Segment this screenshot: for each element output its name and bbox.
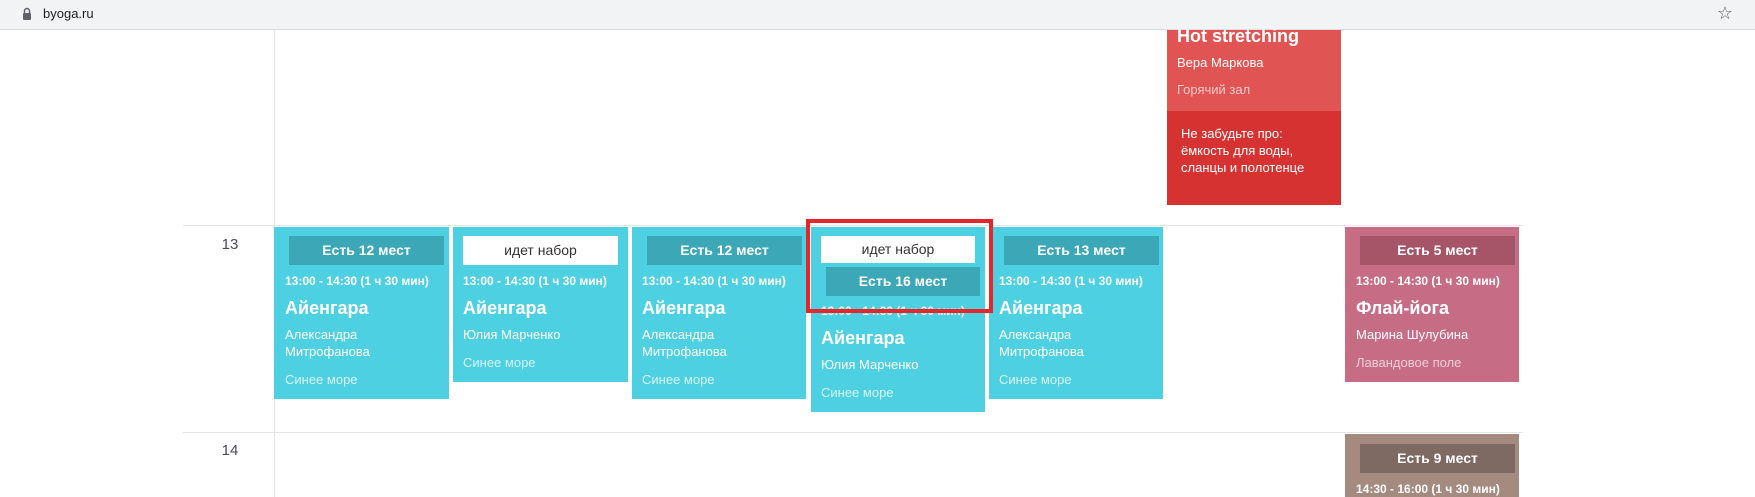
- class-card[interactable]: Есть 13 мест 13:00 - 14:30 (1 ч 30 мин) …: [989, 227, 1163, 399]
- teacher-name: Юлия Марченко: [821, 357, 919, 372]
- room-name: Синее море: [821, 385, 894, 400]
- class-card-hot-stretching[interactable]: Hot stretching Вера Маркова Горячий зал …: [1167, 26, 1341, 205]
- class-time: 13:00 - 14:30 (1 ч 30 мин): [1356, 274, 1500, 288]
- teacher-name: Александра Митрофанова: [285, 327, 370, 359]
- class-name: Hot stretching: [1177, 26, 1300, 46]
- class-time: 14:30 - 16:00 (1 ч 30 мин): [1356, 482, 1500, 496]
- room-name: Синее море: [285, 372, 358, 387]
- class-time: 13:00 - 14:30 (1 ч 30 мин): [285, 274, 429, 288]
- room-name: Лавандовое поле: [1356, 355, 1462, 370]
- class-name: Айенгара: [999, 298, 1083, 318]
- bookmark-star-icon[interactable]: ☆: [1717, 3, 1733, 24]
- teacher-name: Вера Маркова: [1177, 55, 1264, 70]
- spots-badge: Есть 9 мест: [1360, 444, 1515, 473]
- spots-badge: Есть 12 мест: [647, 236, 802, 265]
- class-card[interactable]: Есть 5 мест 13:00 - 14:30 (1 ч 30 мин) Ф…: [1345, 227, 1519, 382]
- class-time: 13:00 - 14:30 (1 ч 30 мин): [999, 274, 1143, 288]
- class-name: Айенгара: [463, 298, 547, 318]
- lock-icon: [23, 7, 31, 20]
- spots-badge: Есть 5 мест: [1360, 236, 1515, 265]
- room-name: Синее море: [463, 355, 536, 370]
- teacher-name: Юлия Марченко: [463, 327, 561, 342]
- spots-badge: Есть 12 мест: [289, 236, 444, 265]
- class-name: Флай-йога: [1356, 298, 1449, 318]
- hour-label-14: 14: [221, 442, 239, 459]
- class-name: Айенгара: [821, 328, 905, 348]
- class-card[interactable]: Есть 9 мест 14:30 - 16:00 (1 ч 30 мин): [1345, 434, 1519, 497]
- class-time: 13:00 - 14:30 (1 ч 30 мин): [642, 274, 786, 288]
- class-card[interactable]: Есть 12 мест 13:00 - 14:30 (1 ч 30 мин) …: [632, 227, 806, 399]
- url-text[interactable]: byoga.ru: [43, 6, 94, 21]
- teacher-name: Александра Митрофанова: [642, 327, 727, 359]
- selection-highlight: [806, 219, 993, 313]
- class-card[interactable]: Есть 12 мест 13:00 - 14:30 (1 ч 30 мин) …: [274, 227, 449, 399]
- hour-label-13: 13: [221, 236, 239, 253]
- class-name: Айенгара: [642, 298, 726, 318]
- room-name: Синее море: [999, 372, 1072, 387]
- browser-address-bar: byoga.ru ☆: [0, 0, 1755, 30]
- room-name: Синее море: [642, 372, 715, 387]
- class-time: 13:00 - 14:30 (1 ч 30 мин): [463, 274, 607, 288]
- spots-badge: Есть 13 мест: [1004, 236, 1159, 265]
- class-notice: Не забудьте про: ёмкость для воды, сланц…: [1167, 111, 1341, 205]
- hour-divider-14: [183, 432, 1523, 433]
- class-name: Айенгара: [285, 298, 369, 318]
- class-card[interactable]: идет набор 13:00 - 14:30 (1 ч 30 мин) Ай…: [453, 227, 628, 382]
- teacher-name: Александра Митрофанова: [999, 327, 1084, 359]
- room-name: Горячий зал: [1177, 82, 1251, 97]
- teacher-name: Марина Шулубина: [1356, 327, 1469, 342]
- enrollment-badge: идет набор: [463, 236, 618, 265]
